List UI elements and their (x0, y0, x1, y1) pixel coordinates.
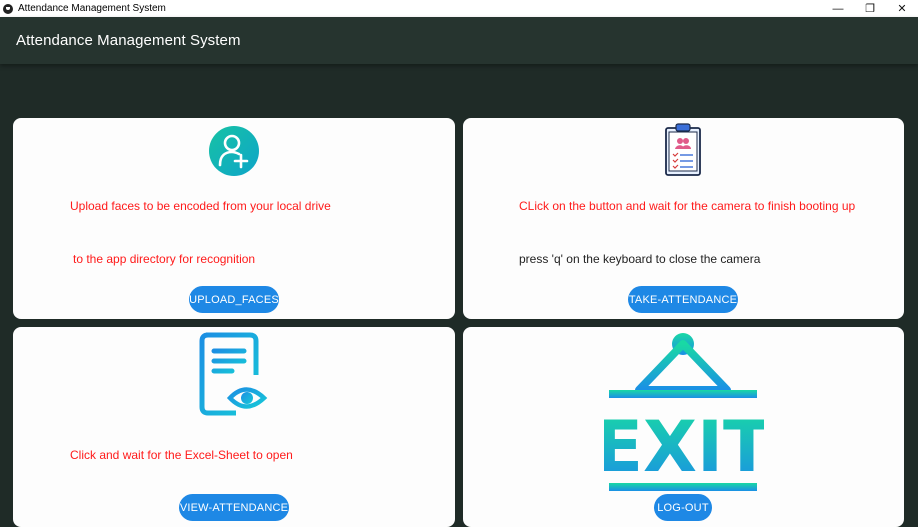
document-view-icon (199, 332, 268, 416)
log-out-button[interactable]: LOG-OUT (654, 494, 712, 521)
view-attendance-card: Click and wait for the Excel-Sheet to op… (13, 327, 455, 527)
minimize-button[interactable]: — (822, 0, 854, 17)
window-titlebar: Attendance Management System — ❐ ✕ (0, 0, 918, 17)
exit-sign-text: EXIT (604, 406, 764, 488)
close-button[interactable]: ✕ (886, 0, 918, 17)
clipboard-attendance-icon (665, 123, 701, 176)
exit-sign-icon: EXIT (604, 333, 764, 491)
app-title: Attendance Management System (16, 32, 241, 49)
window-controls: — ❐ ✕ (822, 0, 918, 17)
upload-faces-card: Upload faces to be encoded from your loc… (13, 118, 455, 319)
upload-instruction-line1: Upload faces to be encoded from your loc… (70, 199, 331, 213)
view-attendance-button[interactable]: VIEW-ATTENDANCE (179, 494, 289, 521)
exit-card: EXIT LOG-OUT (463, 327, 904, 527)
view-instruction-line1: Click and wait for the Excel-Sheet to op… (70, 448, 293, 462)
take-attendance-button[interactable]: TAKE-ATTENDANCE (628, 286, 738, 313)
upload-faces-button[interactable]: UPLOAD_FACES (189, 286, 279, 313)
upload-instruction-line2: to the app directory for recognition (73, 252, 256, 266)
add-user-icon (209, 126, 259, 176)
take-instruction-line1: CLick on the button and wait for the cam… (519, 199, 856, 213)
app-bar: Attendance Management System (0, 17, 918, 64)
maximize-button[interactable]: ❐ (854, 0, 886, 17)
app-logo-icon (3, 3, 13, 14)
take-instruction-line2: press 'q' on the keyboard to close the c… (519, 252, 761, 266)
window-title: Attendance Management System (18, 3, 166, 14)
take-attendance-card: CLick on the button and wait for the cam… (463, 118, 904, 319)
